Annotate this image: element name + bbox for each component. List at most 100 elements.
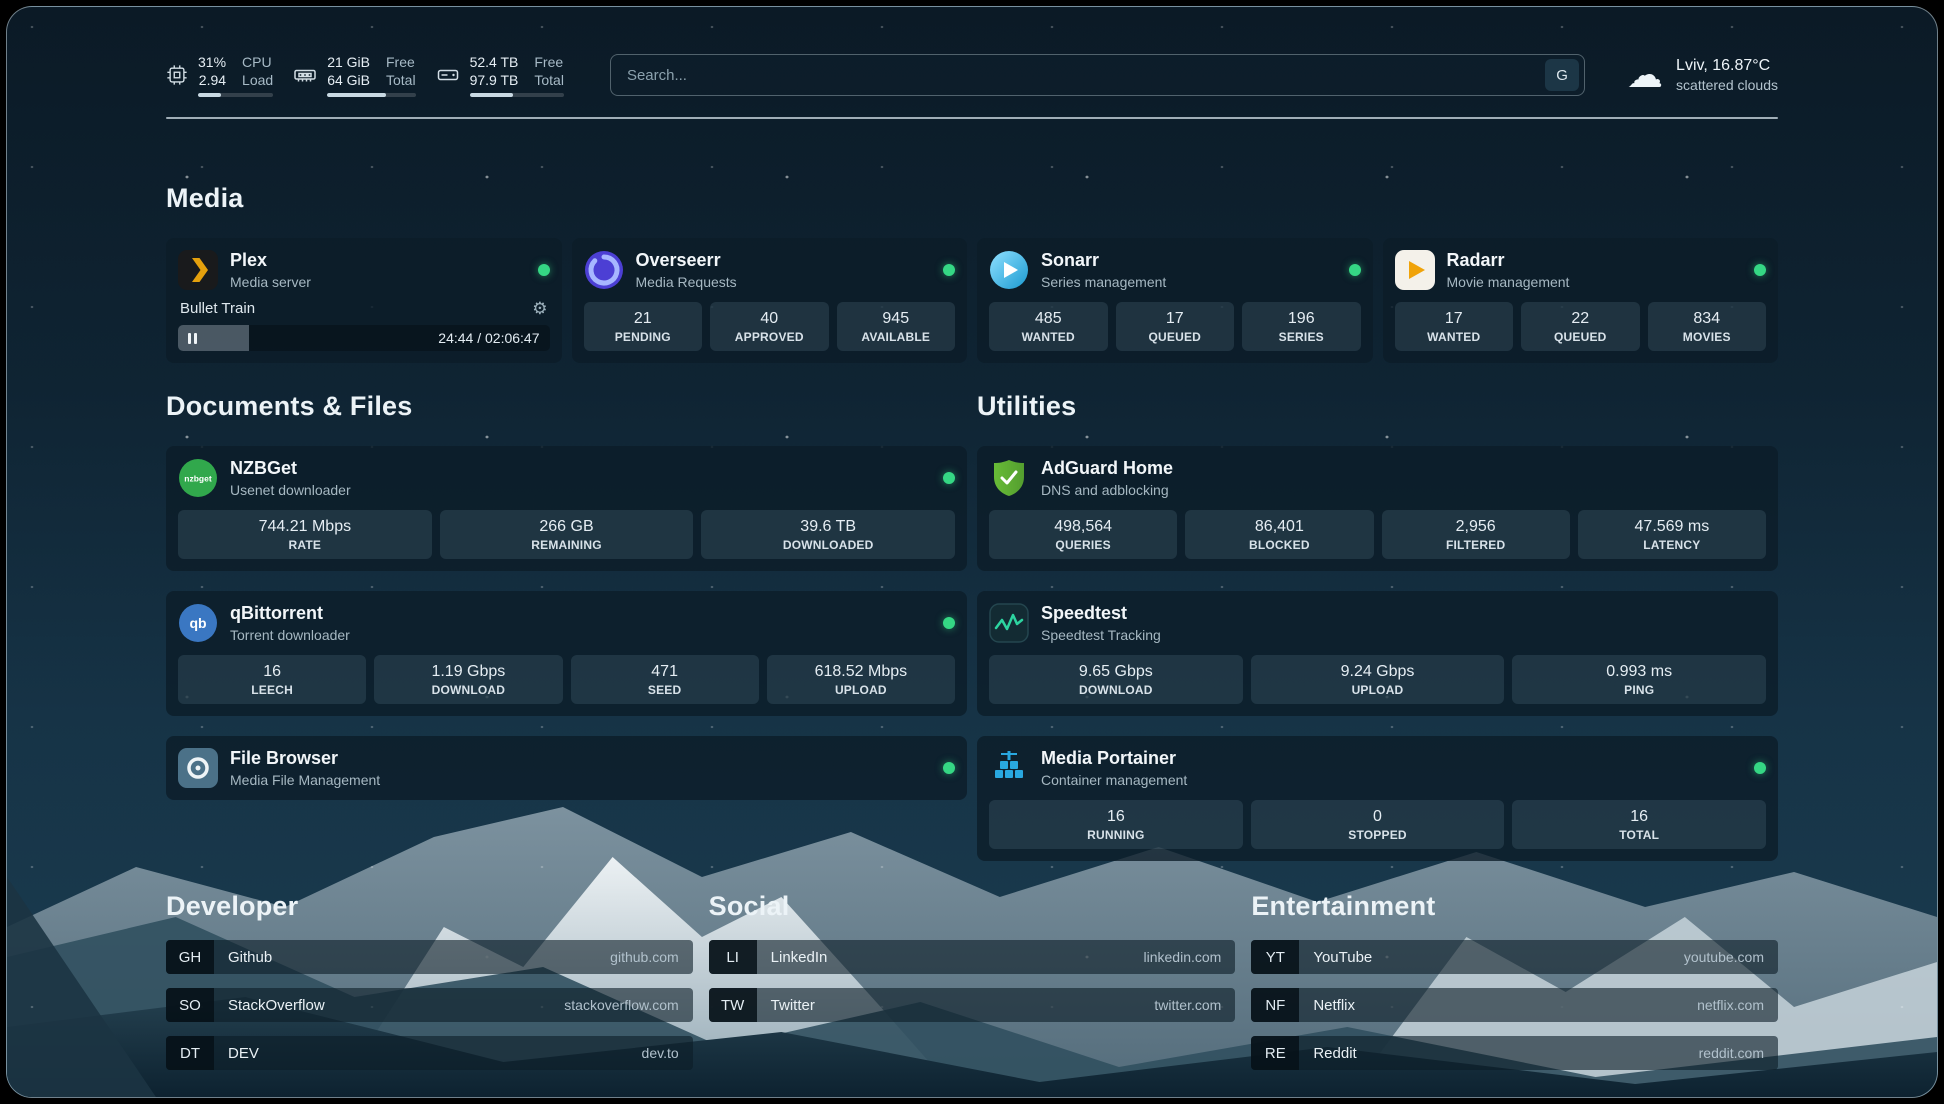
cpu-load-value: 2.94 [198,71,226,89]
bookmark-domain: twitter.com [1154,997,1235,1013]
radarr-icon [1395,250,1435,290]
svg-text:nzbget: nzbget [184,474,212,484]
section-title-social: Social [709,891,1236,922]
bookmark-abbr: NF [1251,988,1299,1022]
stat-remaining: 266 GB REMAINING [440,510,694,559]
bookmark-domain: linkedin.com [1144,949,1236,965]
bookmark-stackoverflow[interactable]: SO StackOverflow stackoverflow.com [166,988,693,1022]
bookmark-abbr: SO [166,988,214,1022]
service-card-radarr[interactable]: Radarr Movie management 17 WANTED 22 QUE… [1383,238,1779,363]
service-subtitle: Media Requests [636,274,737,290]
stat-download: 1.19 Gbps DOWNLOAD [374,655,562,704]
stat-wanted: 17 WANTED [1395,302,1514,351]
dashboard-content: 31% CPU 2.94 Load [166,7,1778,1098]
service-card-sonarr[interactable]: Sonarr Series management 485 WANTED 17 Q… [977,238,1373,363]
stat-queries: 498,564 QUERIES [989,510,1177,559]
section-utilities: Utilities AdGu [977,391,1778,861]
bookmark-name: YouTube [1299,949,1372,966]
bookmark-dev[interactable]: DT DEV dev.to [166,1036,693,1070]
stat-running: 16 RUNNING [989,800,1243,849]
status-dot-online [1754,264,1766,276]
bookmark-domain: netflix.com [1697,997,1778,1013]
memory-progress-bar [327,93,415,97]
bookmark-netflix[interactable]: NF Netflix netflix.com [1251,988,1778,1022]
bookmark-abbr: DT [166,1036,214,1070]
cloud-icon: ☁ [1627,59,1663,91]
status-dot-online [538,264,550,276]
cpu-widget: 31% CPU 2.94 Load [166,53,273,97]
status-dot-online [943,617,955,629]
section-title-documents: Documents & Files [166,391,967,422]
playback-time: 24:44 / 02:06:47 [438,330,539,346]
weather-widget: ☁ Lviv, 16.87°C scattered clouds [1627,57,1778,93]
service-name: Sonarr [1041,251,1166,271]
bookmark-domain: youtube.com [1684,949,1778,965]
service-subtitle: Series management [1041,274,1166,290]
status-dot-online [943,762,955,774]
stat-queued: 22 QUEUED [1521,302,1640,351]
disk-free-value: 52.4 TB [470,53,519,71]
bookmark-reddit[interactable]: RE Reddit reddit.com [1251,1036,1778,1070]
search-provider-button[interactable]: G [1545,59,1579,91]
bookmark-domain: github.com [610,949,692,965]
service-card-nzbget[interactable]: nzbget NZBGet Usenet downloader 744.21 M… [166,446,967,571]
stat-approved: 40 APPROVED [710,302,829,351]
service-card-plex[interactable]: Plex Media server Bullet Train ⚙ 24:44 /… [166,238,562,363]
stat-movies: 834 MOVIES [1648,302,1767,351]
svg-text:qb: qb [189,615,206,631]
cpu-progress-bar [198,93,273,97]
service-name: Plex [230,251,311,271]
service-subtitle: Media File Management [230,772,380,788]
service-name: Overseerr [636,251,737,271]
service-name: AdGuard Home [1041,459,1173,479]
stat-pending: 21 PENDING [584,302,703,351]
section-title-media: Media [166,183,1778,214]
dashboard-window: 31% CPU 2.94 Load [6,6,1938,1098]
service-card-overseerr[interactable]: Overseerr Media Requests 21 PENDING 40 A… [572,238,968,363]
section-title-entertainment: Entertainment [1251,891,1778,922]
stat-series: 196 SERIES [1242,302,1361,351]
service-card-filebrowser[interactable]: File Browser Media File Management [166,736,967,800]
disk-total-label: Total [534,71,564,89]
service-card-portainer[interactable]: Media Portainer Container management 16 … [977,736,1778,861]
section-title-developer: Developer [166,891,693,922]
stat-available: 945 AVAILABLE [837,302,956,351]
service-card-qbittorrent[interactable]: qb qBittorrent Torrent downloader 16 [166,591,967,716]
status-dot-online [1349,264,1361,276]
topbar: 31% CPU 2.94 Load [166,53,1778,97]
stat-total: 16 TOTAL [1512,800,1766,849]
service-subtitle: Media server [230,274,311,290]
service-subtitle: DNS and adblocking [1041,482,1173,498]
gear-icon[interactable]: ⚙ [532,300,547,317]
plex-icon [178,250,218,290]
bookmark-name: DEV [214,1045,259,1062]
memory-icon [293,63,317,87]
pause-icon [188,333,197,344]
cpu-load-label: Load [242,71,273,89]
stat-wanted: 485 WANTED [989,302,1108,351]
sonarr-icon [989,250,1029,290]
bookmark-domain: stackoverflow.com [564,997,692,1013]
disk-icon [436,63,460,87]
memory-free-value: 21 GiB [327,53,370,71]
bookmark-linkedin[interactable]: LI LinkedIn linkedin.com [709,940,1236,974]
weather-location: Lviv, 16.87°C [1676,57,1778,75]
weather-condition: scattered clouds [1676,77,1778,93]
disk-free-label: Free [534,53,564,71]
service-card-adguard[interactable]: AdGuard Home DNS and adblocking 498,564 … [977,446,1778,571]
bookmark-twitter[interactable]: TW Twitter twitter.com [709,988,1236,1022]
service-subtitle: Usenet downloader [230,482,351,498]
bookmark-abbr: LI [709,940,757,974]
stat-queued: 17 QUEUED [1116,302,1235,351]
service-name: Speedtest [1041,604,1161,624]
bookmark-github[interactable]: GH Github github.com [166,940,693,974]
disk-total-value: 97.9 TB [470,71,519,89]
bookmark-name: Netflix [1299,997,1355,1014]
bookmark-youtube[interactable]: YT YouTube youtube.com [1251,940,1778,974]
service-card-speedtest[interactable]: Speedtest Speedtest Tracking 9.65 Gbps D… [977,591,1778,716]
service-subtitle: Movie management [1447,274,1570,290]
search-input[interactable] [611,67,1545,84]
adguard-icon [989,458,1029,498]
memory-total-value: 64 GiB [327,71,370,89]
stat-seed: 471 SEED [571,655,759,704]
